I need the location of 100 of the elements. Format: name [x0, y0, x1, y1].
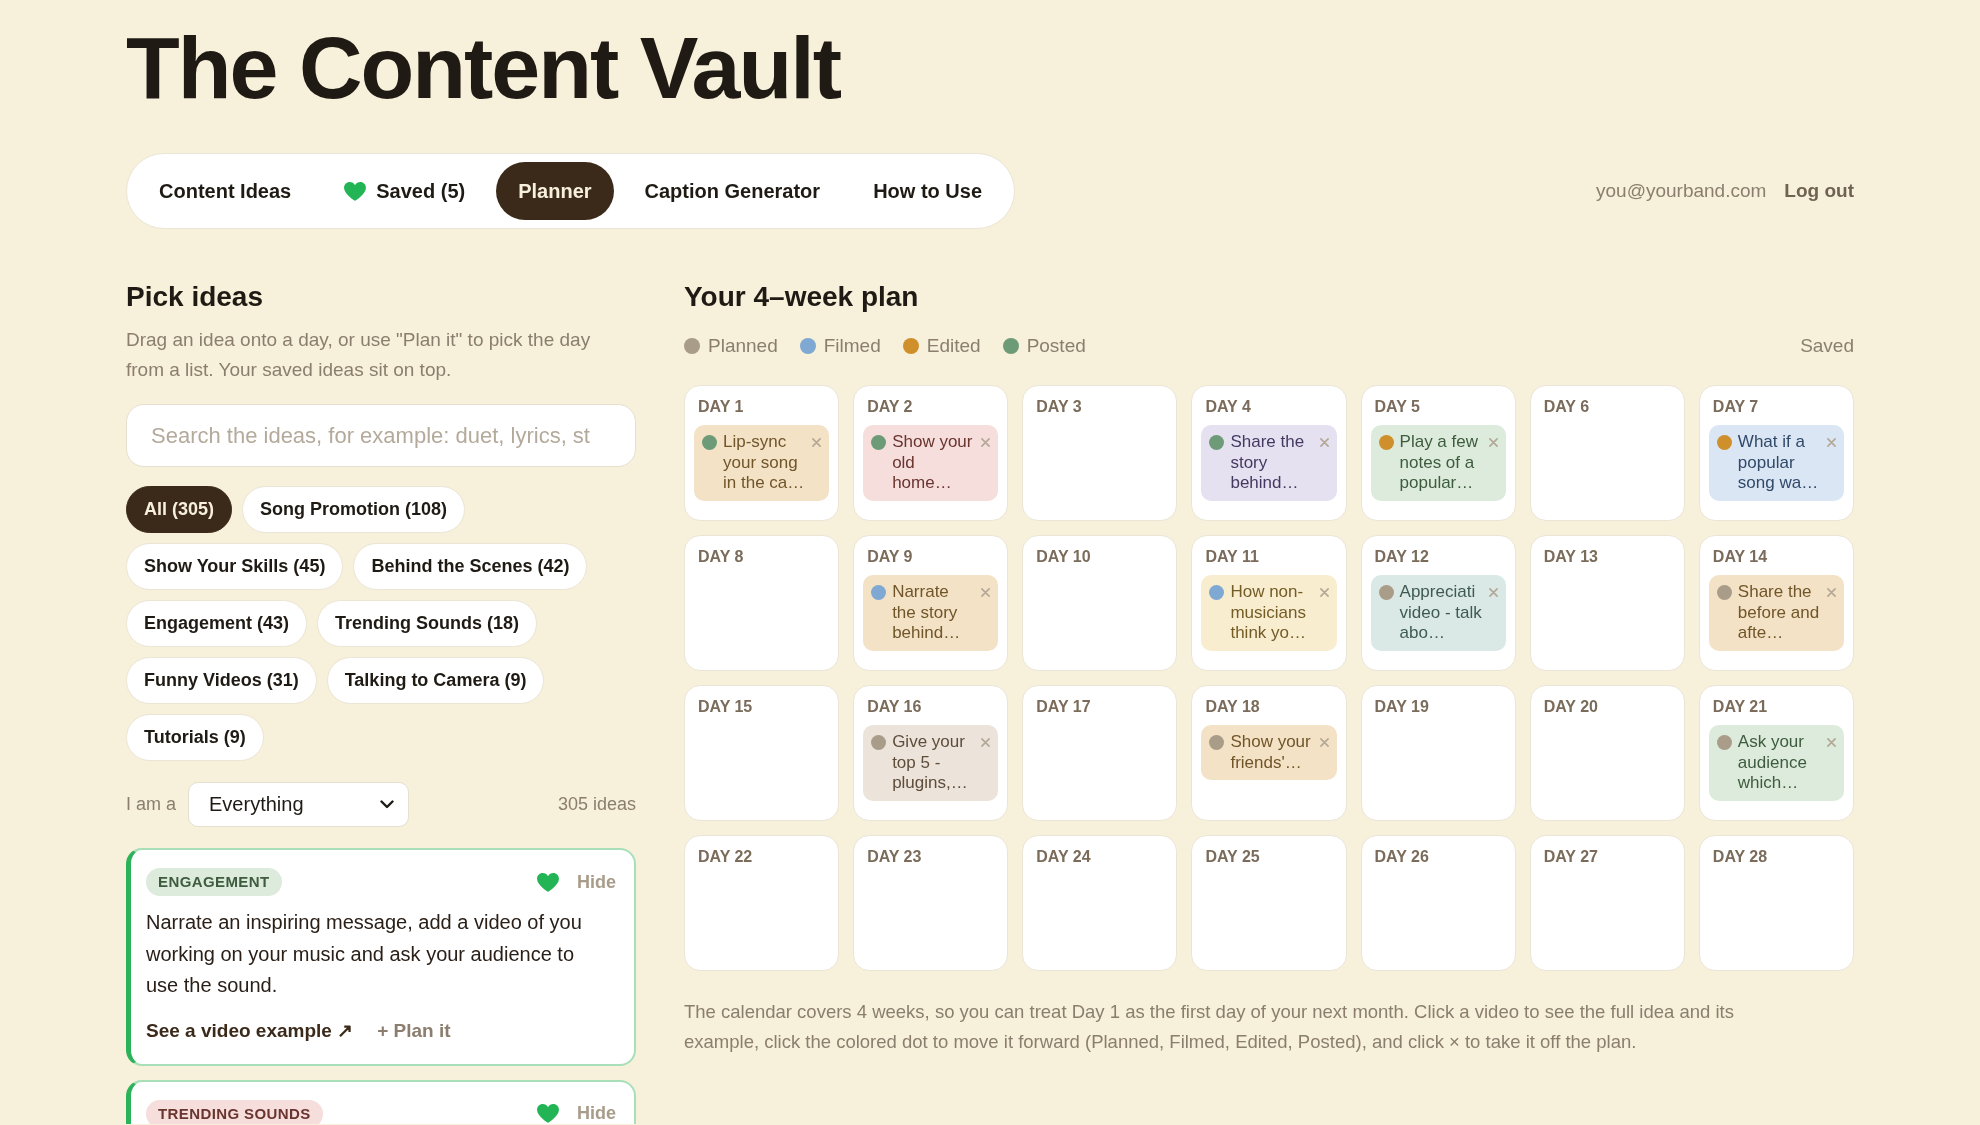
nav-tab[interactable]: How to Use: [851, 162, 1005, 220]
day-label: DAY 24: [1036, 847, 1091, 867]
day-label: DAY 15: [698, 697, 753, 717]
day-label: DAY 28: [1712, 847, 1768, 867]
filter-chip[interactable]: Engagement (43): [126, 600, 308, 647]
day-label: DAY 2: [867, 397, 913, 417]
heart-icon[interactable]: [537, 1104, 559, 1123]
nav-tab[interactable]: Content Ideas: [137, 162, 314, 220]
day-label: DAY 17: [1036, 697, 1091, 717]
close-icon[interactable]: [1319, 438, 1329, 447]
filter-chip[interactable]: Song Promotion (108): [242, 486, 466, 533]
plan-it-button[interactable]: + Plan it: [377, 1015, 451, 1046]
day-label: DAY 7: [1712, 397, 1759, 417]
instructions-text: Drag an idea onto a day, or use "Plan it" to pick the day from a list. Your saved ideas sit on top.: [126, 328, 592, 382]
category-tag: ENGAGEMENT: [146, 868, 282, 896]
close-icon[interactable]: [1827, 438, 1836, 447]
close-icon[interactable]: [1827, 588, 1836, 597]
status-dot-icon[interactable]: [1716, 735, 1732, 750]
filter-chip[interactable]: Trending Sounds (18): [317, 600, 538, 647]
day-label: DAY 22: [698, 847, 753, 867]
planned-video[interactable]: Share the before and afte…: [1708, 575, 1844, 651]
planned-video[interactable]: Share the story behind…: [1201, 425, 1337, 501]
close-icon[interactable]: [981, 438, 991, 447]
role-dropdown[interactable]: Everything: [188, 782, 410, 827]
day-label: DAY 12: [1374, 547, 1429, 567]
status-dot-icon[interactable]: [702, 435, 717, 450]
app-title: The Content Vault: [126, 24, 840, 112]
role-label: I am a: [126, 794, 177, 815]
planned-video[interactable]: Lip-sync your song in the ca…: [694, 425, 830, 501]
close-icon[interactable]: [981, 738, 991, 747]
status-dot-icon[interactable]: [1209, 735, 1225, 750]
status-dot-icon[interactable]: [1378, 435, 1394, 450]
day-label: DAY 25: [1205, 847, 1260, 867]
close-icon[interactable]: [1827, 738, 1836, 747]
planned-video[interactable]: Play a few notes of a popular…: [1370, 425, 1506, 501]
day-label: DAY 9: [867, 547, 913, 567]
legend-label: Posted: [1026, 335, 1086, 357]
planned-video[interactable]: Narrate the story behind…: [863, 575, 999, 651]
status-dot-icon[interactable]: [871, 735, 887, 750]
filter-chip[interactable]: Show Your Skills (45): [126, 543, 344, 590]
status-dot-icon[interactable]: [1378, 585, 1394, 600]
legend-label: Filmed: [823, 335, 881, 357]
planned-video[interactable]: Give your top 5 - plugins,…: [863, 725, 999, 801]
planned-video[interactable]: Ask your audience which…: [1708, 725, 1844, 801]
close-icon[interactable]: [1319, 738, 1329, 747]
filter-chip[interactable]: Behind the Scenes (42): [353, 543, 588, 590]
day-label: DAY 23: [867, 847, 922, 867]
idea-count: 305 ideas: [557, 794, 636, 815]
day-label: DAY 20: [1543, 697, 1598, 717]
status-dot-icon[interactable]: [871, 585, 887, 600]
legend-label: Planned: [708, 335, 778, 357]
nav-tab[interactable]: Caption Generator: [622, 162, 843, 220]
logout-link[interactable]: Log out: [1784, 180, 1854, 202]
save-status: Saved: [1800, 335, 1854, 357]
day-label: DAY 11: [1205, 547, 1259, 567]
status-dot-icon[interactable]: [871, 435, 887, 450]
day-label: DAY 16: [867, 697, 922, 717]
planned-video[interactable]: Show your friends'…: [1201, 725, 1337, 780]
planned-video[interactable]: What if a popular song wa…: [1708, 425, 1844, 501]
day-label: DAY 1: [698, 397, 744, 417]
close-icon[interactable]: [1488, 588, 1498, 597]
close-icon[interactable]: [1488, 438, 1498, 447]
status-dot-icon[interactable]: [1716, 435, 1732, 450]
planner-note: The calendar covers 4 weeks, so you can treat Day 1 as the first day of your next month. Click a video to see the full idea and its example, click the colored dot to move it forward (Planned, Filmed, Edited, Posted), and click × to take it off the plan.: [684, 1000, 1735, 1054]
day-label: DAY 14: [1712, 547, 1768, 567]
status-dot-icon[interactable]: [1716, 585, 1732, 600]
heart-icon[interactable]: [537, 872, 559, 892]
status-dot-icon[interactable]: [1209, 585, 1225, 600]
day-label: DAY 8: [698, 547, 744, 567]
search-field[interactable]: Search the ideas, for example: duet, lyrics, st: [126, 404, 636, 467]
filter-chip[interactable]: Talking to Camera (9): [326, 657, 545, 704]
planned-video[interactable]: How non-musicians think yo…: [1201, 575, 1337, 651]
day-label: DAY 18: [1205, 697, 1260, 717]
close-icon[interactable]: [1319, 588, 1329, 597]
filter-chip[interactable]: Tutorials (9): [126, 714, 264, 761]
account-email: you@yourband.com: [1596, 180, 1767, 202]
chevron-down-icon: [380, 800, 395, 809]
planned-video[interactable]: Appreciati video - talk abo…: [1370, 575, 1506, 651]
status-dot-icon[interactable]: [1209, 435, 1225, 450]
nav-tab[interactable]: Saved (5): [322, 162, 488, 220]
day-label: DAY 26: [1374, 847, 1429, 867]
video-example-link[interactable]: See a video example ↗: [146, 1015, 354, 1046]
legend-label: Edited: [926, 335, 981, 357]
planned-video[interactable]: Show your old home…: [863, 425, 999, 501]
day-label: DAY 6: [1543, 397, 1590, 417]
day-label: DAY 27: [1543, 847, 1598, 867]
section-title: Your 4–week plan: [684, 280, 919, 314]
day-label: DAY 21: [1712, 697, 1768, 717]
filter-chip[interactable]: All (305): [126, 486, 233, 533]
filter-chip[interactable]: Funny Videos (31): [126, 657, 317, 704]
day-label: DAY 19: [1374, 697, 1429, 717]
heart-icon: [344, 181, 367, 201]
nav-tab[interactable]: Planner: [496, 162, 614, 220]
day-label: DAY 13: [1543, 547, 1598, 567]
idea-text: Narrate an inspiring message, add a video of you working on your music and ask your audience to use the sound.: [146, 910, 583, 998]
close-icon[interactable]: [981, 588, 991, 597]
category-tag: TRENDING SOUNDS: [146, 1099, 323, 1124]
day-label: DAY 5: [1374, 397, 1420, 417]
close-icon[interactable]: [812, 438, 822, 447]
section-title: Pick ideas: [126, 280, 263, 314]
